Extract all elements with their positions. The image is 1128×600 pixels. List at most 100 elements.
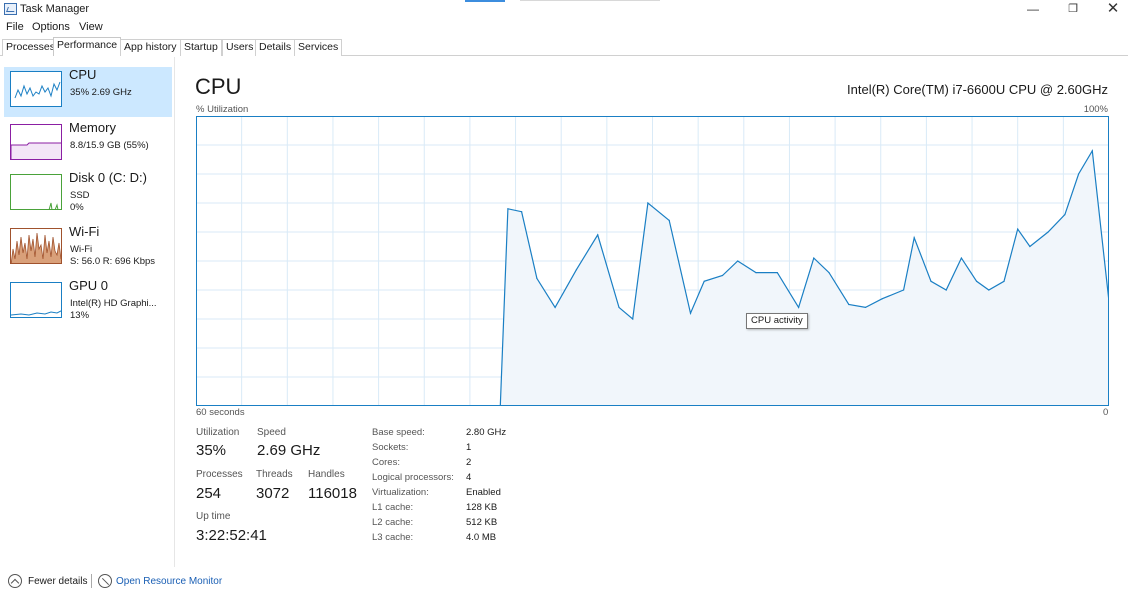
cpu-data-point xyxy=(813,257,815,259)
tab-strip: Processes Performance App history Startu… xyxy=(0,37,1128,56)
sidebar-disk-usage: 0% xyxy=(70,202,84,213)
sidebar-disk-title: Disk 0 (C: D:) xyxy=(69,170,147,185)
cpu-data-point xyxy=(521,211,523,213)
resource-monitor-icon[interactable] xyxy=(98,574,112,588)
cpu-data-point xyxy=(597,234,599,236)
cpu-data-point xyxy=(1017,228,1019,230)
spec-virtualization-value: Enabled xyxy=(466,487,501,498)
utilization-axis-label: % Utilization xyxy=(196,104,249,115)
cpu-data-point xyxy=(828,272,830,274)
chevron-up-icon[interactable] xyxy=(8,574,22,588)
cpu-data-point xyxy=(930,280,932,282)
cpu-utilization-graph[interactable] xyxy=(196,116,1109,406)
spec-sockets-key: Sockets: xyxy=(372,442,409,453)
tab-performance[interactable]: Performance xyxy=(53,37,122,56)
spec-l2-cache-value: 512 KB xyxy=(466,517,498,528)
cpu-data-point xyxy=(864,306,867,308)
menu-bar: File Options View xyxy=(0,19,1128,37)
title-accent-line xyxy=(465,0,505,2)
fewer-details-button[interactable]: Fewer details xyxy=(28,576,87,587)
cpu-data-point xyxy=(881,298,883,300)
threads-value: 3072 xyxy=(256,485,290,502)
disk-mini-graph-icon xyxy=(10,174,62,210)
cpu-data-point xyxy=(976,280,978,282)
utilization-value: 35% xyxy=(196,442,227,459)
tab-services[interactable]: Services xyxy=(294,39,343,56)
cpu-data-point xyxy=(721,274,724,277)
sidebar-disk-type: SSD xyxy=(70,190,90,201)
menu-view[interactable]: View xyxy=(79,21,103,33)
cpu-data-point xyxy=(1091,150,1093,152)
sidebar-item-memory[interactable]: Memory 8.8/15.9 GB (55%) xyxy=(4,120,172,170)
sidebar-memory-usage: 8.8/15.9 GB (55%) xyxy=(70,140,149,151)
cpu-data-point xyxy=(1064,214,1066,216)
cpu-data-point xyxy=(1077,173,1080,175)
sidebar-item-cpu[interactable]: CPU 35% 2.69 GHz xyxy=(4,67,172,117)
tab-startup[interactable]: Startup xyxy=(180,39,222,56)
spec-logical-processors-value: 4 xyxy=(466,472,472,483)
uptime-label: Up time xyxy=(196,511,231,522)
cpu-data-point xyxy=(618,306,620,308)
cpu-data-point xyxy=(689,312,692,314)
close-button[interactable]: ✕ xyxy=(1093,0,1128,20)
cpu-data-point xyxy=(902,289,905,291)
spec-sockets-value: 1 xyxy=(466,442,472,453)
cpu-data-point xyxy=(575,269,578,271)
sidebar-cpu-title: CPU xyxy=(69,67,97,82)
max-percent-label: 100% xyxy=(1083,104,1108,115)
minimize-button[interactable]: — xyxy=(1013,0,1053,20)
cpu-data-point xyxy=(737,260,739,262)
page-title: CPU xyxy=(195,74,242,99)
title-bar: Task Manager — ❐ ✕ xyxy=(0,0,1128,20)
cpu-data-point xyxy=(647,202,649,204)
cpu-data-point xyxy=(632,318,634,320)
min-value-label: 0 xyxy=(1103,407,1109,418)
cpu-data-point xyxy=(797,306,800,308)
open-resource-monitor-link[interactable]: Open Resource Monitor xyxy=(116,576,222,587)
cpu-activity-tooltip: CPU activity xyxy=(746,313,808,329)
sidebar-wifi-adapter: Wi-Fi xyxy=(70,244,93,255)
spec-l2-cache-key: L2 cache: xyxy=(372,517,414,528)
speed-label: Speed xyxy=(257,427,286,438)
speed-value: 2.69 GHz xyxy=(257,442,321,459)
menu-options[interactable]: Options xyxy=(32,21,70,33)
spec-base-speed-key: Base speed: xyxy=(372,427,425,438)
cpu-data-point xyxy=(945,289,947,291)
spec-virtualization-key: Virtualization: xyxy=(372,487,429,498)
gpu-mini-graph-icon xyxy=(10,282,62,318)
spec-cores-key: Cores: xyxy=(372,457,400,468)
processes-label: Processes xyxy=(196,469,243,480)
sidebar-memory-title: Memory xyxy=(69,120,116,135)
cpu-model-name: Intel(R) Core(TM) i7-6600U CPU @ 2.60GHz xyxy=(847,82,1108,97)
cpu-data-point xyxy=(776,272,778,274)
sidebar-item-wifi[interactable]: Wi-Fi Wi-Fi S: 56.0 R: 696 Kbps xyxy=(4,224,172,274)
tab-users[interactable]: Users xyxy=(222,39,258,56)
tab-processes[interactable]: Processes xyxy=(2,39,60,56)
menu-file[interactable]: File xyxy=(6,21,24,33)
cpu-data-point xyxy=(1047,231,1049,233)
cpu-data-point xyxy=(554,306,556,308)
spec-base-speed-value: 2.80 GHz xyxy=(466,427,507,438)
sidebar-wifi-throughput: S: 56.0 R: 696 Kbps xyxy=(70,256,156,267)
footer-divider xyxy=(91,574,92,588)
performance-sidebar: CPU 35% 2.69 GHz Memory 8.8/15.9 GB (55%… xyxy=(0,57,175,567)
cpu-data-point xyxy=(960,257,962,259)
cpu-data-point xyxy=(1029,245,1031,248)
tab-details[interactable]: Details xyxy=(255,39,296,56)
cpu-data-point xyxy=(507,208,509,210)
tab-app-history[interactable]: App history xyxy=(120,39,181,56)
sidebar-item-disk[interactable]: Disk 0 (C: D:) SSD 0% xyxy=(4,170,172,220)
sidebar-gpu-name: Intel(R) HD Graphi... xyxy=(70,298,157,309)
title-divider-line xyxy=(520,0,660,1)
time-window-label: 60 seconds xyxy=(196,407,245,418)
sidebar-item-gpu[interactable]: GPU 0 Intel(R) HD Graphi... 13% xyxy=(4,278,172,328)
cpu-data-point xyxy=(848,303,850,306)
sidebar-gpu-title: GPU 0 xyxy=(69,278,109,293)
cpu-data-point xyxy=(1003,280,1005,282)
spec-l3-cache-key: L3 cache: xyxy=(372,532,414,543)
restore-button[interactable]: ❐ xyxy=(1053,0,1093,20)
handles-value: 116018 xyxy=(308,485,357,502)
threads-label: Threads xyxy=(256,469,293,480)
cpu-data-point xyxy=(703,280,705,282)
cpu-data-point xyxy=(668,219,670,221)
